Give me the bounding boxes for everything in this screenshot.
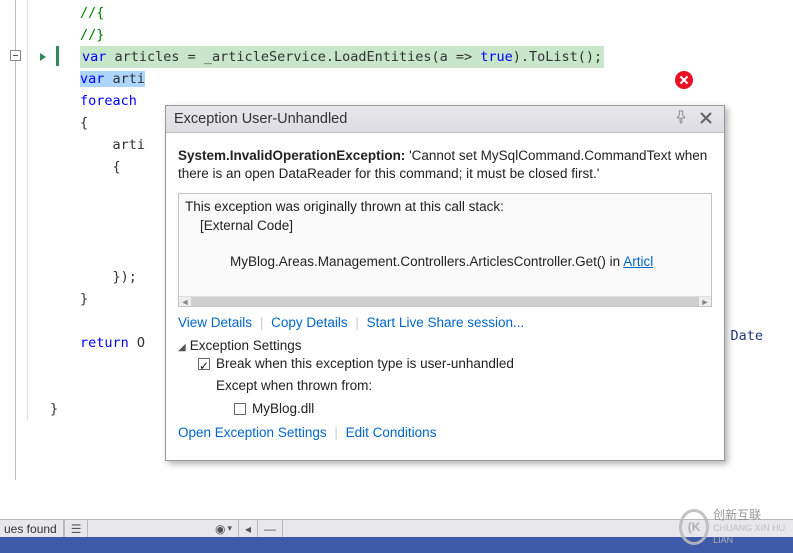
bottom-strip: [0, 537, 793, 553]
watermark-logo-icon: (K: [679, 509, 709, 545]
stack-line: MyBlog.Areas.Management.Controllers.Arti…: [185, 235, 705, 290]
scroll-right-arrow[interactable]: ►: [699, 296, 711, 307]
issues-text[interactable]: ues found: [0, 520, 64, 537]
pin-button[interactable]: [674, 110, 692, 128]
horizontal-scrollbar[interactable]: ◄ ►: [179, 296, 711, 306]
fold-toggle[interactable]: [10, 50, 21, 61]
separator: |: [260, 315, 264, 330]
popup-titlebar[interactable]: Exception User-Unhandled: [166, 106, 724, 133]
pin-icon: [674, 110, 688, 124]
exception-message: System.InvalidOperationException: 'Canno…: [178, 147, 712, 183]
close-button[interactable]: [698, 110, 716, 128]
dll-checkbox[interactable]: [234, 403, 246, 415]
status-bar: ues found ☰ ◉▾ ◂ —: [0, 519, 793, 537]
live-share-link[interactable]: Start Live Share session...: [367, 315, 525, 330]
status-button[interactable]: ◉▾: [209, 520, 239, 537]
code-line: //{: [30, 2, 793, 24]
change-marker: [56, 46, 59, 66]
copy-details-link[interactable]: Copy Details: [271, 315, 348, 330]
scrollbar-thumb[interactable]: [191, 297, 699, 306]
except-label: Except when thrown from:: [198, 375, 712, 398]
status-button[interactable]: ◂: [239, 520, 258, 537]
stack-source-link[interactable]: Articl: [623, 254, 653, 269]
exception-popup: Exception User-Unhandled System.InvalidO…: [165, 105, 725, 461]
dll-label: MyBlog.dll: [252, 401, 314, 416]
exception-settings-body: Break when this exception type is user-u…: [178, 353, 712, 422]
exception-error-icon[interactable]: [675, 71, 693, 89]
edit-conditions-link[interactable]: Edit Conditions: [346, 425, 437, 440]
break-label: Break when this exception type is user-u…: [216, 356, 514, 371]
watermark-text: 创新互联 CHUANG XIN HU LIAN: [713, 509, 789, 545]
code-line: //}: [30, 24, 793, 46]
callstack-box: This exception was originally thrown at …: [178, 193, 712, 306]
view-details-link[interactable]: View Details: [178, 315, 252, 330]
status-glyph[interactable]: ☰: [64, 520, 89, 537]
code-text-date: Date: [730, 328, 763, 344]
watermark: (K 创新互联 CHUANG XIN HU LIAN: [679, 507, 789, 547]
open-settings-link[interactable]: Open Exception Settings: [178, 425, 327, 440]
stack-line: This exception was originally thrown at …: [185, 198, 705, 216]
status-button[interactable]: —: [258, 520, 283, 537]
separator: |: [355, 315, 359, 330]
exception-settings-expander[interactable]: Exception Settings: [178, 338, 712, 353]
close-icon: [698, 110, 714, 126]
execution-pointer-icon: [40, 53, 46, 61]
stack-line: [External Code]: [185, 217, 705, 235]
outline-line: [15, 0, 16, 480]
break-checkbox[interactable]: [198, 358, 210, 370]
scroll-left-arrow[interactable]: ◄: [179, 296, 191, 307]
dll-option-row[interactable]: MyBlog.dll: [198, 398, 712, 421]
code-line-current: var articles = _articleService.LoadEntit…: [30, 46, 793, 68]
settings-links: Open Exception Settings | Edit Condition…: [178, 425, 712, 440]
separator: |: [334, 425, 338, 440]
outline-gutter: [0, 0, 28, 420]
break-option-row[interactable]: Break when this exception type is user-u…: [198, 353, 712, 376]
popup-body: System.InvalidOperationException: 'Canno…: [166, 133, 724, 460]
popup-title: Exception User-Unhandled: [174, 111, 668, 127]
action-links: View Details | Copy Details | Start Live…: [178, 315, 712, 330]
